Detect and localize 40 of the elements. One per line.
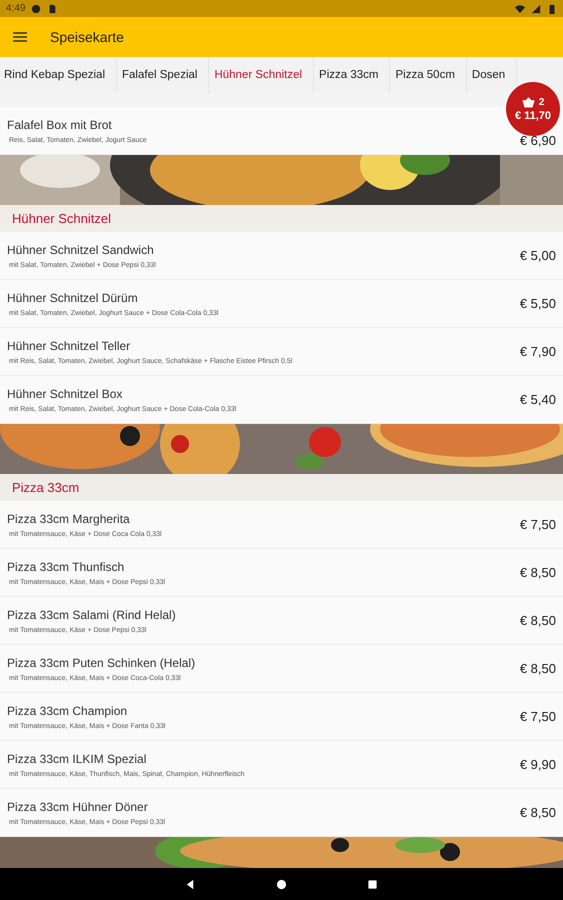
item-price: € 8,50 bbox=[520, 565, 556, 580]
item-price: € 8,50 bbox=[520, 805, 556, 820]
section-header: Hühner Schnitzel bbox=[0, 205, 563, 232]
back-icon[interactable] bbox=[185, 878, 196, 890]
item-price: € 7,50 bbox=[520, 517, 556, 532]
signal-icon bbox=[531, 4, 541, 14]
item-name: Pizza 33cm Champion bbox=[7, 704, 128, 718]
notification-icon bbox=[31, 4, 42, 14]
item-price: € 5,40 bbox=[520, 392, 556, 407]
cart-total: € 11,70 bbox=[514, 108, 552, 122]
item-name: Hühner Schnitzel Sandwich bbox=[7, 242, 155, 256]
app-title: Speisekarte bbox=[50, 29, 124, 45]
section-header: Pizza 33cm bbox=[0, 474, 563, 501]
item-name: Falafel Box mit Brot bbox=[7, 118, 113, 132]
item-name: Pizza 33cm ILKIM Spezial bbox=[7, 752, 148, 766]
item-name: Hühner Schnitzel Teller bbox=[7, 338, 132, 352]
item-name: Pizza 33cm Hühner Döner bbox=[7, 800, 149, 814]
status-time: 4:49 bbox=[6, 3, 26, 14]
item-price: € 9,90 bbox=[520, 757, 556, 772]
home-icon[interactable] bbox=[276, 878, 287, 890]
item-price: € 5,00 bbox=[520, 248, 556, 263]
recents-icon[interactable] bbox=[367, 878, 378, 890]
shopping-bag-icon bbox=[522, 96, 535, 108]
item-name: Pizza 33cm Margherita bbox=[7, 512, 131, 526]
item-name: Hühner Schnitzel Box bbox=[7, 386, 124, 400]
menu-icon[interactable] bbox=[13, 32, 27, 42]
item-price: € 8,50 bbox=[520, 661, 556, 676]
item-price: € 6,90 bbox=[520, 133, 556, 148]
sim-card-icon bbox=[47, 4, 58, 14]
wifi-icon bbox=[515, 4, 525, 14]
cart-count: 2 bbox=[538, 96, 544, 108]
item-name: Pizza 33cm Thunfisch bbox=[7, 560, 126, 574]
item-name: Pizza 33cm Puten Schinken (Helal) bbox=[7, 656, 196, 670]
item-price: € 7,50 bbox=[520, 709, 556, 724]
item-name: Hühner Schnitzel Dürüm bbox=[7, 290, 139, 304]
item-price: € 5,50 bbox=[520, 296, 556, 311]
item-name: Pizza 33cm Salami (Rind Helal) bbox=[7, 608, 177, 622]
battery-icon bbox=[547, 4, 557, 14]
item-price: € 8,50 bbox=[520, 613, 556, 628]
item-price: € 7,90 bbox=[520, 344, 556, 359]
